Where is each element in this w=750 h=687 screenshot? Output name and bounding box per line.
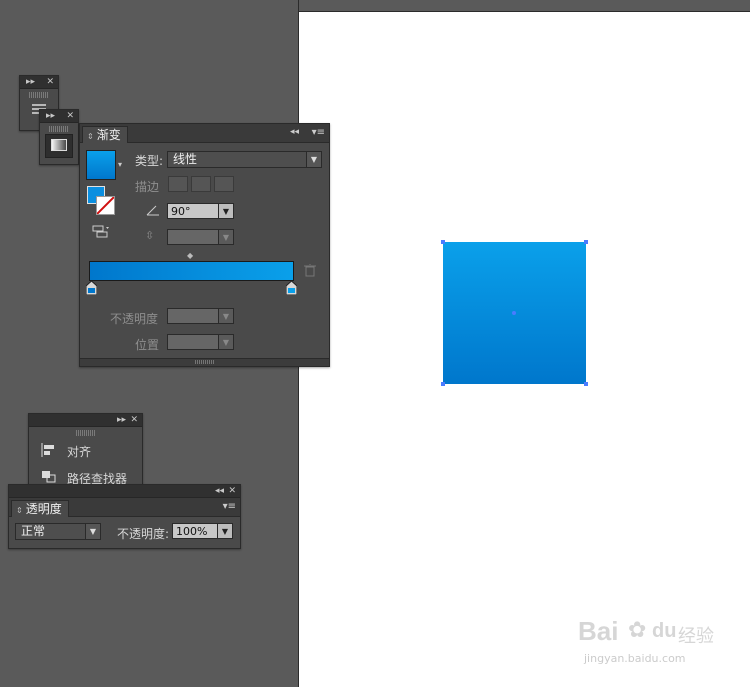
collapse-icon[interactable]: ◂◂ <box>215 485 224 497</box>
tab-arrows-icon: ⇕ <box>87 132 94 141</box>
selection-handle-tr[interactable] <box>584 240 588 244</box>
grip-handle[interactable] <box>29 92 49 98</box>
selection-handle-tl[interactable] <box>441 240 445 244</box>
tab-gradient[interactable]: ⇕ 渐变 <box>82 126 128 143</box>
angle-icon <box>146 204 160 219</box>
align-pathfinder-panel: ▸▸ ✕ 对齐 路径查找器 <box>28 413 143 495</box>
gradient-stop-right[interactable] <box>285 280 298 298</box>
watermark-cn: 经验 <box>678 626 714 647</box>
collapsed-panel-gradient: ▸▸ ✕ <box>39 109 79 165</box>
tab-arrows-icon: ⇕ <box>16 506 23 515</box>
stop-position-label: 位置 <box>135 338 160 352</box>
stroke-none-swatch[interactable] <box>96 196 115 215</box>
tab-gradient-label: 渐变 <box>96 128 121 142</box>
stop-opacity-input[interactable]: ▼ <box>167 308 234 324</box>
align-label: 对齐 <box>67 445 92 459</box>
align-icon <box>41 443 57 460</box>
gradient-type-value: 线性 <box>173 152 198 166</box>
chevron-down-icon[interactable]: ▼ <box>218 335 233 349</box>
midpoint-diamond-icon[interactable]: ◆ <box>187 251 193 260</box>
panel-menu-icon[interactable]: ▾≡ <box>312 127 325 138</box>
grip-handle[interactable] <box>49 126 69 132</box>
delete-stop-icon[interactable] <box>304 263 316 280</box>
chevron-down-icon[interactable]: ▼ <box>217 524 232 538</box>
gradient-slider-bar[interactable] <box>89 261 294 281</box>
gradient-swatch-icon[interactable] <box>45 134 73 158</box>
grip-handle[interactable] <box>75 430 96 436</box>
watermark-url: jingyan.baidu.com <box>584 652 686 665</box>
transparency-tabrow: ⇕ 透明度 ▾≡ <box>9 498 240 517</box>
panel-titlebar: ▸▸ ✕ <box>29 414 142 427</box>
chevron-down-icon[interactable]: ▼ <box>218 309 233 323</box>
angle-input[interactable]: 90° ▼ <box>167 203 234 219</box>
stop-opacity-label: 不透明度 <box>110 312 159 326</box>
selection-handle-bl[interactable] <box>441 382 445 386</box>
collapse-icon[interactable]: ◂◂ <box>290 127 299 137</box>
stroke-gradient-within-button[interactable] <box>168 176 188 192</box>
stop-position-input[interactable]: ▼ <box>167 334 234 350</box>
close-icon[interactable]: ✕ <box>66 110 74 122</box>
chevron-down-icon[interactable]: ▼ <box>306 152 321 167</box>
panel-titlebar: ◂◂ ✕ <box>9 485 240 498</box>
chevron-down-icon[interactable]: ▼ <box>218 204 233 218</box>
aspect-ratio-icon: ⇳ <box>145 229 155 242</box>
panel-menu-icon[interactable]: ▾≡ <box>223 501 236 512</box>
stroke-gradient-across-button[interactable] <box>214 176 234 192</box>
opacity-input[interactable]: 100% ▼ <box>172 523 233 539</box>
aspect-ratio-input[interactable]: ▼ <box>167 229 234 245</box>
gradient-type-select[interactable]: 线性 ▼ <box>167 151 322 168</box>
transparency-panel: ◂◂ ✕ ⇕ 透明度 ▾≡ 正常 ▼ 不透明度: 100% ▼ <box>8 484 241 549</box>
mini-titlebar: ▸▸ ✕ <box>40 110 78 123</box>
close-icon[interactable]: ✕ <box>228 485 236 497</box>
gradient-type-toggle-icon[interactable] <box>92 225 110 239</box>
expand-icon[interactable]: ▸▸ <box>26 76 35 88</box>
type-label: 类型: <box>135 154 164 168</box>
center-point <box>512 311 516 315</box>
paw-icon: ✿ <box>628 618 647 643</box>
blend-mode-value: 正常 <box>21 524 46 538</box>
close-icon[interactable]: ✕ <box>46 76 54 88</box>
swatch-dropdown-icon[interactable]: ▾ <box>118 160 122 169</box>
watermark-du: du <box>652 620 677 642</box>
chevron-down-icon[interactable]: ▼ <box>218 230 233 244</box>
gradient-panel-tabrow: ⇕ 渐变 ◂◂ ▾≡ <box>80 124 329 143</box>
gradient-preview-swatch[interactable] <box>86 150 116 180</box>
gradient-rectangle[interactable] <box>441 240 588 386</box>
mini-titlebar: ▸▸ ✕ <box>20 76 58 89</box>
gradient-panel: ⇕ 渐变 ◂◂ ▾≡ ▾ 类型: 线性 ▼ 描边 90° ▼ ⇳ ▼ ◆ 不透明… <box>79 123 330 367</box>
chevron-down-icon[interactable]: ▼ <box>85 524 100 539</box>
panel-resize-bar[interactable] <box>80 358 329 366</box>
panel-item-align[interactable]: 对齐 <box>29 441 142 461</box>
blend-mode-select[interactable]: 正常 ▼ <box>15 523 101 540</box>
stroke-gradient-along-button[interactable] <box>191 176 211 192</box>
opacity-label: 不透明度: <box>117 527 170 541</box>
close-icon[interactable]: ✕ <box>130 414 138 426</box>
baidu-watermark: Bai ✿ du 经验 jingyan.baidu.com <box>578 616 728 668</box>
tab-transparency[interactable]: ⇕ 透明度 <box>11 500 69 517</box>
expand-icon[interactable]: ▸▸ <box>117 414 126 426</box>
opacity-value: 100% <box>176 525 208 538</box>
tab-transparency-label: 透明度 <box>25 502 62 516</box>
watermark-main: Bai <box>578 616 619 646</box>
stroke-label: 描边 <box>135 180 160 194</box>
expand-icon[interactable]: ▸▸ <box>46 110 55 122</box>
gradient-stop-left[interactable] <box>85 280 98 298</box>
selection-handle-br[interactable] <box>584 382 588 386</box>
angle-value: 90° <box>171 205 191 218</box>
